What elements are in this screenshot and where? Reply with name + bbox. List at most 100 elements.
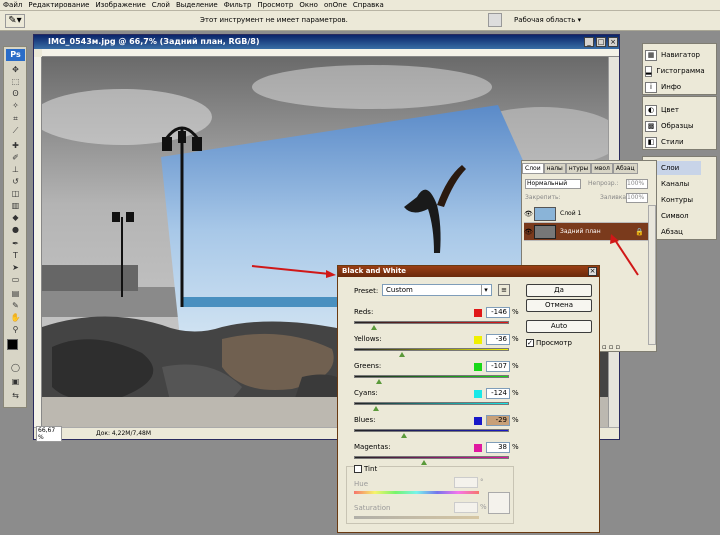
tab-layers[interactable]: Слои [522, 163, 544, 174]
channel-value-field[interactable]: -29 [486, 415, 510, 426]
minimize-button[interactable]: _ [584, 37, 594, 47]
dialog-close-icon[interactable]: × [588, 267, 597, 276]
maximize-button[interactable]: □ [596, 37, 606, 47]
layers-footer-icons[interactable]: ▫▫▫ [602, 343, 622, 351]
pen-tool-icon[interactable]: ✒ [7, 238, 24, 248]
panel-histogram[interactable]: ▂ Гистограмма [645, 64, 705, 78]
menu-image[interactable]: Изображение [95, 1, 145, 9]
stamp-tool-icon[interactable]: ⊥ [7, 164, 24, 174]
move-tool-icon[interactable]: ✥ [7, 64, 24, 74]
opacity-field[interactable]: 100% [626, 179, 648, 189]
fill-field[interactable]: 100% [626, 193, 648, 203]
panel-info[interactable]: i Инфо [645, 80, 701, 94]
channel-slider-thumb[interactable] [400, 433, 407, 438]
preset-select[interactable]: Custom ▾ [382, 284, 492, 296]
menu-file[interactable]: Файл [3, 1, 22, 9]
menu-window[interactable]: Окно [299, 1, 318, 9]
imageready-icon[interactable]: ⇆ [7, 390, 24, 400]
zoom-tool-icon[interactable]: ⚲ [7, 324, 24, 334]
slice-tool-icon[interactable]: ⟋ [7, 126, 24, 136]
history-brush-icon[interactable]: ↺ [7, 176, 24, 186]
channel-slider-thumb[interactable] [420, 460, 427, 465]
tab-paths[interactable]: нтуры [565, 163, 592, 174]
channel-percent: % [512, 335, 519, 343]
lasso-tool-icon[interactable]: ʘ [7, 88, 24, 98]
menu-help[interactable]: Справка [353, 1, 384, 9]
panel-navigator[interactable]: ▦ Навигатор [645, 48, 701, 62]
channel-slider-track[interactable] [354, 375, 509, 378]
marquee-tool-icon[interactable]: ⬚ [7, 76, 24, 86]
menu-onone[interactable]: onOne [324, 1, 347, 9]
channel-value-field[interactable]: -36 [486, 334, 510, 345]
menu-view[interactable]: Просмотр [257, 1, 293, 9]
channel-percent: % [512, 308, 519, 316]
preview-checkbox[interactable]: ✓ [526, 339, 534, 347]
menu-select[interactable]: Выделение [176, 1, 218, 9]
channel-value-field[interactable]: -146 [486, 307, 510, 318]
menu-filter[interactable]: Фильтр [224, 1, 252, 9]
screen-mode-icon[interactable]: ▣ [7, 376, 24, 386]
tint-checkbox[interactable] [354, 465, 362, 473]
ruler-horizontal [42, 49, 619, 57]
hand-tool-icon[interactable]: ✋ [7, 312, 24, 322]
foreground-color-swatch[interactable] [7, 339, 18, 350]
channel-slider-thumb[interactable] [375, 379, 382, 384]
blur-tool-icon[interactable]: ◆ [7, 212, 24, 222]
magic-wand-icon[interactable]: ✧ [7, 100, 24, 110]
channel-slider-track[interactable] [354, 348, 509, 351]
zoom-field[interactable]: 66,67 % [36, 425, 62, 442]
channel-value-field[interactable]: -107 [486, 361, 510, 372]
channel-color-swatch [474, 417, 482, 425]
channel-slider-thumb[interactable] [399, 352, 406, 357]
panel-swatches[interactable]: ▩ Образцы [645, 119, 701, 133]
hue-field [454, 477, 478, 488]
ok-button[interactable]: Да [526, 284, 592, 297]
menu-layer[interactable]: Слой [152, 1, 170, 9]
tint-checkbox-row[interactable]: Tint [354, 465, 380, 473]
shape-tool-icon[interactable]: ▭ [7, 274, 24, 284]
auto-button[interactable]: Auto [526, 320, 592, 333]
channel-slider-track[interactable] [354, 429, 509, 432]
tab-paragraph[interactable]: Абзац [612, 163, 638, 174]
channel-percent: % [512, 416, 519, 424]
tab-channels[interactable]: налы [543, 163, 566, 174]
crop-tool-icon[interactable]: ⌗ [7, 114, 24, 124]
channel-label: Yellows: [354, 335, 382, 343]
workspace-icon[interactable] [488, 13, 502, 27]
menu-edit[interactable]: Редактирование [28, 1, 89, 9]
layer-name: Слой 1 [560, 210, 582, 217]
panel-styles[interactable]: ◧ Стили [645, 135, 701, 149]
channel-slider-thumb[interactable] [371, 325, 378, 330]
tab-character[interactable]: мвол [591, 163, 613, 174]
channel-slider-thumb[interactable] [372, 406, 379, 411]
eyedropper-tool-icon[interactable]: ✎ [7, 300, 24, 310]
panel-color[interactable]: ◐ Цвет [645, 103, 701, 117]
cancel-button[interactable]: Отмена [526, 299, 592, 312]
eye-icon[interactable]: 👁 [524, 210, 534, 218]
brush-tool-icon[interactable]: ✐ [7, 152, 24, 162]
gradient-tool-icon[interactable]: ▥ [7, 200, 24, 210]
close-button[interactable]: × [608, 37, 618, 47]
dodge-tool-icon[interactable]: ● [7, 224, 24, 234]
blend-mode-select[interactable]: Нормальный [525, 179, 581, 189]
healing-tool-icon[interactable]: ✚ [7, 140, 24, 150]
channel-slider-track[interactable] [354, 402, 509, 405]
eraser-tool-icon[interactable]: ◫ [7, 188, 24, 198]
doc-size[interactable]: Док: 4,22M/7,48M [96, 430, 151, 437]
channel-value-field[interactable]: 38 [486, 442, 510, 453]
channel-value-field[interactable]: -124 [486, 388, 510, 399]
quick-mask-icon[interactable]: ◯ [7, 362, 24, 372]
opacity-label: Непрозр.: [588, 180, 619, 187]
channel-slider-track[interactable] [354, 321, 509, 324]
notes-tool-icon[interactable]: ▤ [7, 288, 24, 298]
path-select-icon[interactable]: ➤ [7, 262, 24, 272]
preview-checkbox-row[interactable]: ✓ Просмотр [526, 339, 572, 347]
layers-tabs: Слои налы нтуры мвол Абзац [522, 163, 638, 175]
channel-slider-track[interactable] [354, 456, 509, 459]
workspace-button[interactable]: Рабочая область ▾ [514, 16, 581, 24]
fill-label: Заливка: [600, 194, 629, 201]
eyedropper-icon[interactable]: ✎▾ [5, 14, 25, 28]
type-tool-icon[interactable]: T [7, 250, 24, 260]
ps-logo: Ps [6, 49, 25, 61]
preset-options-icon[interactable]: ≡ [498, 284, 510, 296]
